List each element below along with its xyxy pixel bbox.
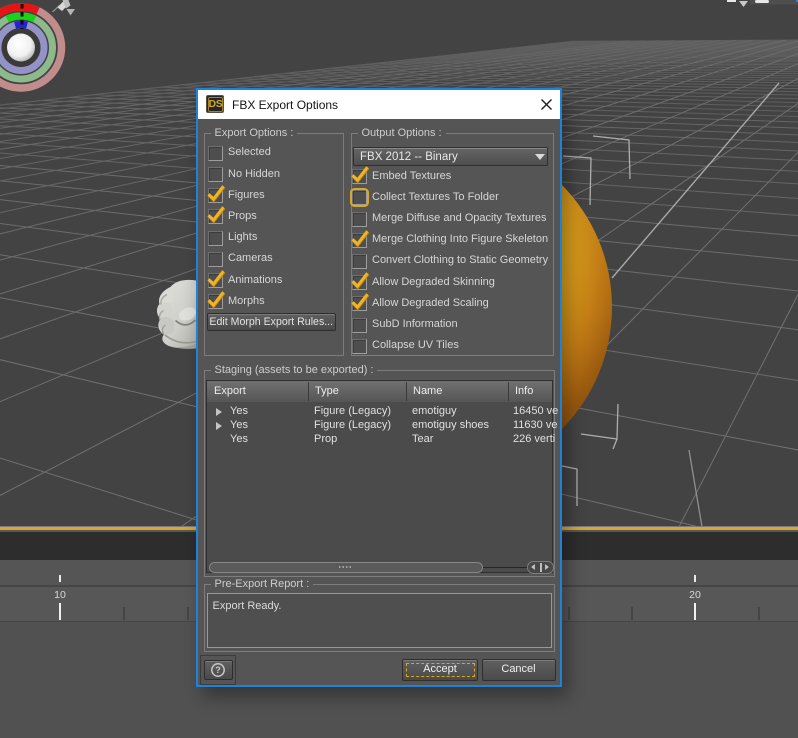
svg-text:?: ?	[215, 665, 221, 675]
